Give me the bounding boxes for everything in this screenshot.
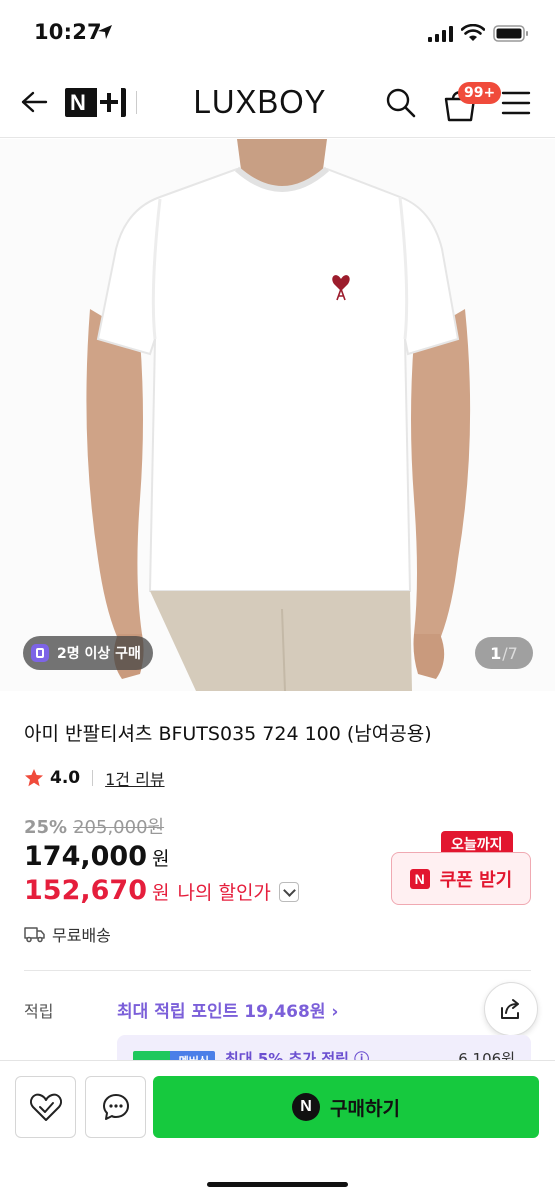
heart-icon: [29, 1093, 62, 1121]
app-header: N LUXBOY 99+: [0, 66, 555, 138]
wifi-icon: [461, 24, 485, 41]
menu-button[interactable]: [500, 88, 532, 118]
my-discount-label: 나의 할인가: [177, 882, 271, 904]
location-arrow-icon: [98, 25, 112, 39]
share-button[interactable]: [484, 982, 538, 1036]
status-time: 10:27: [34, 20, 102, 44]
back-arrow-icon: [21, 91, 48, 113]
product-image[interactable]: [0, 139, 555, 691]
hamburger-menu-icon: [501, 91, 531, 115]
image-counter-current: 1: [490, 643, 502, 663]
product-photo: [86, 139, 471, 691]
delivery-truck-icon: [24, 927, 45, 943]
search-icon: [386, 88, 416, 118]
buy-now-button[interactable]: N 구매하기: [153, 1076, 539, 1138]
status-bar: 10:27: [0, 0, 555, 66]
naver-n-logo: N: [70, 90, 86, 115]
shopping-bag-icon: [31, 644, 49, 662]
wishlist-button[interactable]: [15, 1076, 76, 1138]
product-title: 아미 반팔티셔츠 BFUTS035 724 100 (남여공용): [24, 723, 432, 745]
section-divider: [24, 970, 531, 971]
group-buy-badge: 2명 이상 구매: [23, 636, 153, 670]
naver-pay-icon: N: [292, 1093, 321, 1121]
image-counter: 1 /7: [475, 637, 533, 669]
naver-plus-logo[interactable]: N: [65, 88, 126, 117]
back-button[interactable]: [14, 82, 54, 122]
signal-icon: [428, 26, 453, 42]
points-label: 적립: [24, 1002, 54, 1021]
discount-rate: 25%: [24, 817, 68, 838]
brand-logo[interactable]: LUXBOY: [193, 84, 326, 120]
share-icon: [501, 999, 519, 1019]
buy-button-label: 구매하기: [330, 1097, 400, 1120]
coupon-download-button[interactable]: N 쿠폰 받기: [391, 852, 531, 905]
battery-icon: [493, 25, 528, 42]
sale-price: 174,000: [24, 841, 147, 872]
rating-row: 4.0 1건 리뷰: [24, 765, 165, 791]
search-button[interactable]: [382, 84, 420, 122]
my-discount-price: 152,670: [24, 875, 147, 906]
plus-icon: [97, 88, 121, 117]
bottom-action-bar: N 구매하기: [0, 1060, 555, 1200]
sale-price-unit: 원: [151, 848, 170, 870]
shipping-row: 무료배송: [24, 922, 111, 946]
chat-button[interactable]: [85, 1076, 146, 1138]
my-discount-price-unit: 원: [151, 882, 170, 904]
rating-value: 4.0: [50, 768, 81, 788]
my-discount-price-row[interactable]: 152,670 원 나의 할인가: [24, 875, 299, 906]
image-counter-total: /7: [502, 643, 518, 663]
rating-separator: [92, 770, 94, 786]
cart-count-badge: 99+: [458, 82, 502, 104]
shipping-text: 무료배송: [52, 926, 111, 945]
star-icon: [25, 769, 43, 787]
naver-n-icon: N: [409, 868, 430, 889]
original-price: 205,000원: [73, 817, 165, 838]
review-link[interactable]: 1건 리뷰: [105, 766, 164, 790]
group-buy-text: 2명 이상 구매: [57, 646, 141, 662]
price-row: 174,000 원: [24, 841, 169, 872]
max-points-link[interactable]: 최대 적립 포인트 19,468원 ›: [117, 997, 338, 1022]
discount-row: 25% 205,000원: [24, 813, 164, 839]
header-divider: [136, 91, 137, 114]
chat-bubble-icon: [102, 1094, 129, 1120]
chevron-down-icon[interactable]: [278, 882, 299, 902]
home-indicator: [207, 1182, 348, 1187]
coupon-button-label: 쿠폰 받기: [439, 869, 513, 891]
